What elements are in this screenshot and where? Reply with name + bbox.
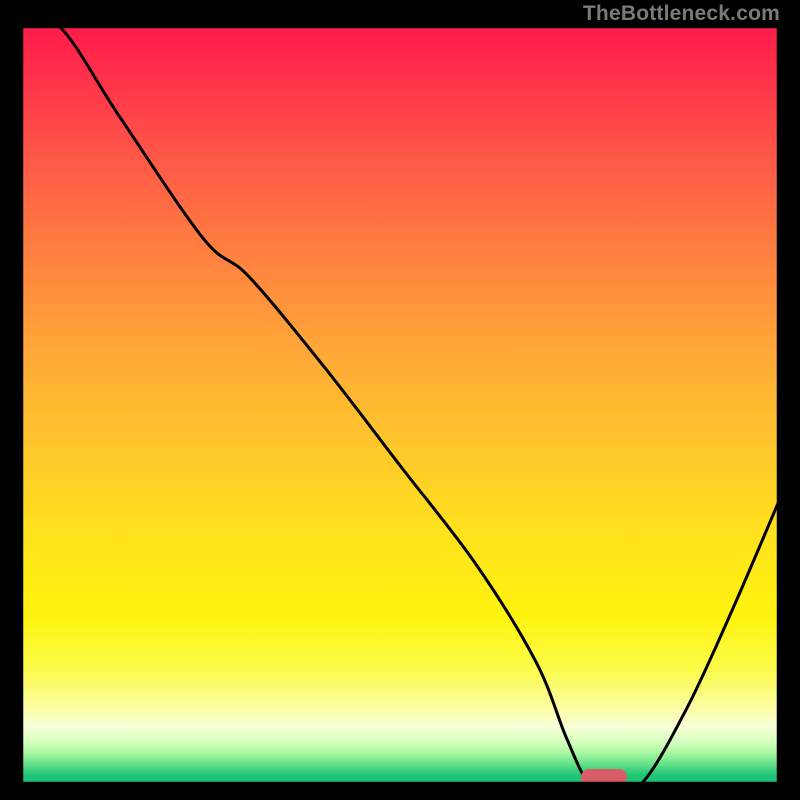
plot-area bbox=[22, 27, 778, 783]
chart-frame: TheBottleneck.com bbox=[0, 0, 800, 800]
optimal-marker bbox=[581, 769, 627, 783]
watermark-text: TheBottleneck.com bbox=[583, 2, 780, 26]
bottleneck-curve bbox=[22, 27, 778, 783]
